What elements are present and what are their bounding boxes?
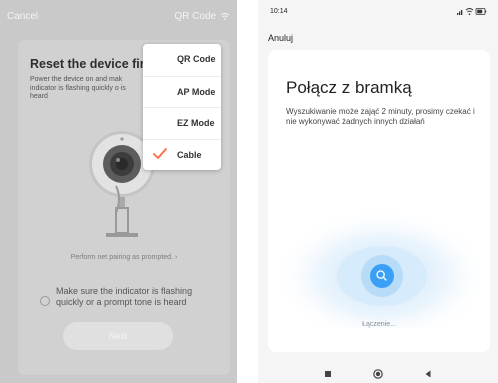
- pairing-hint-text: Perform net pairing as prompted.: [70, 254, 174, 261]
- menu-item-label: EZ Mode: [177, 118, 215, 128]
- menu-item-label: AP Mode: [177, 86, 216, 97]
- cancel-button[interactable]: Cancel: [7, 11, 38, 22]
- confirm-indicator-text: Make sure the indicator is flashing quic…: [56, 286, 193, 307]
- status-time: 10:14: [270, 8, 288, 15]
- status-icons: [457, 8, 487, 15]
- menu-item-label: QR Code: [177, 54, 216, 64]
- screenshot-root: Cancel QR Code Reset the device firs Pow…: [0, 0, 498, 383]
- menu-item-ez-mode[interactable]: EZ Mode: [143, 107, 221, 139]
- back-triangle-icon[interactable]: [422, 368, 434, 380]
- pairing-hint-link[interactable]: Perform net pairing as prompted. ›: [18, 254, 230, 261]
- menu-item-cable[interactable]: Cable: [143, 138, 221, 171]
- wifi-icon: [465, 8, 474, 15]
- square-nav-icon[interactable]: [322, 368, 334, 380]
- right-phone-screen: 10:14 Anuluj Połącz z bramką Wyszukiwani…: [258, 0, 498, 383]
- chevron-right-icon: ›: [174, 254, 178, 261]
- android-nav-bar: [258, 363, 498, 383]
- menu-item-qr-code[interactable]: QR Code: [143, 44, 221, 76]
- battery-icon: [475, 8, 487, 15]
- left-header: Cancel QR Code: [0, 0, 237, 30]
- status-bar: 10:14: [258, 0, 498, 18]
- search-description: Wyszukiwanie może zająć 2 minuty, prosim…: [286, 107, 475, 126]
- signal-icon: [457, 10, 463, 15]
- next-button[interactable]: Next: [63, 322, 173, 350]
- menu-item-label: Cable: [177, 149, 202, 160]
- cancel-link[interactable]: Anuluj: [268, 33, 293, 43]
- pairing-mode-menu: QR Code AP Mode EZ Mode Cable: [143, 44, 221, 170]
- wifi-icon: [220, 12, 230, 20]
- mode-switch-button[interactable]: QR Code: [174, 11, 230, 22]
- search-icon: [370, 264, 394, 288]
- menu-item-ap-mode[interactable]: AP Mode: [143, 75, 221, 108]
- page-title: Reset the device firs: [30, 57, 152, 71]
- left-phone-screen: Cancel QR Code Reset the device firs Pow…: [0, 0, 237, 383]
- connecting-status: Łączenie...: [362, 321, 396, 328]
- circle-nav-icon[interactable]: [372, 368, 384, 380]
- confirm-radio[interactable]: [40, 296, 50, 306]
- connect-gateway-card: Połącz z bramką Wyszukiwanie może zająć …: [268, 50, 490, 352]
- search-animation: [274, 208, 490, 328]
- mode-switch-label: QR Code: [174, 11, 217, 22]
- page-title: Połącz z bramką: [286, 78, 412, 97]
- checkmark-icon: [153, 147, 167, 159]
- reset-description: Power the device on and mak indicator is…: [30, 76, 126, 101]
